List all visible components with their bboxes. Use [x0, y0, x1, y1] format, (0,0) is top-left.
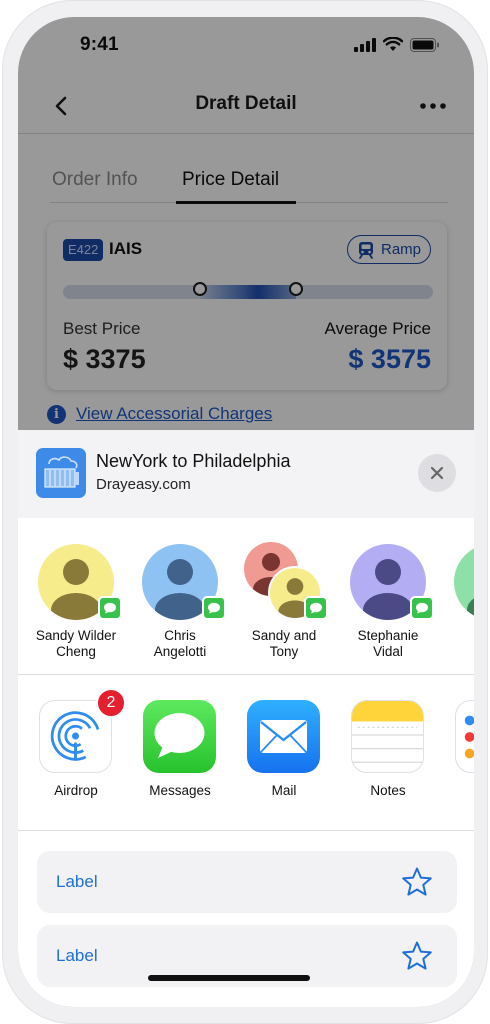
- container-app-icon: [36, 448, 86, 498]
- person-icon: [467, 598, 474, 620]
- screen: 9:41 Draft Detail Order Info Price Detai…: [18, 17, 474, 1007]
- star-icon[interactable]: [401, 940, 433, 972]
- contact-name: Sandy and Tony: [251, 628, 317, 659]
- app-label: Messages: [149, 783, 211, 798]
- mail-icon: [247, 700, 320, 773]
- share-sheet: NewYork to Philadelphia Drayeasy.com San…: [18, 430, 474, 1007]
- action-label: Label: [56, 946, 98, 965]
- close-icon: [430, 466, 444, 480]
- home-indicator: [148, 975, 310, 981]
- action-label: Label: [56, 872, 98, 891]
- messages-badge-icon: [98, 596, 122, 620]
- app-label: Re: [442, 783, 474, 798]
- app-label: Notes: [370, 783, 406, 798]
- share-subtitle: Drayeasy.com: [96, 476, 191, 493]
- contact-name: Sandy Wilder Cheng: [35, 628, 117, 659]
- share-sheet-header: NewYork to Philadelphia Drayeasy.com: [18, 430, 474, 518]
- app-label: Mail: [271, 783, 297, 798]
- avatar: [454, 544, 474, 620]
- star-icon[interactable]: [401, 866, 433, 898]
- contact-name: Ar: [440, 628, 474, 644]
- share-title: NewYork to Philadelphia: [96, 451, 291, 471]
- messages-badge-icon: [410, 596, 434, 620]
- notification-count-badge: 2: [96, 688, 126, 718]
- messages-badge-icon: [202, 596, 226, 620]
- apps-row: 2 Airdrop Messages Mail Notes: [18, 675, 474, 831]
- shipping-container-icon: [44, 456, 79, 488]
- contact-name: Stephanie Vidal: [357, 628, 419, 659]
- close-button[interactable]: [418, 454, 456, 492]
- messages-badge-icon: [304, 596, 328, 620]
- contact-name: Chris Angelotti: [153, 628, 207, 659]
- reminders-icon: [455, 700, 474, 773]
- action-row-1[interactable]: Label: [37, 851, 457, 913]
- app-label: Airdrop: [54, 783, 98, 798]
- contacts-row: Sandy Wilder Cheng Chris Angelotti Sandy…: [18, 518, 474, 675]
- messages-icon: [143, 700, 216, 773]
- notes-icon: [351, 700, 424, 773]
